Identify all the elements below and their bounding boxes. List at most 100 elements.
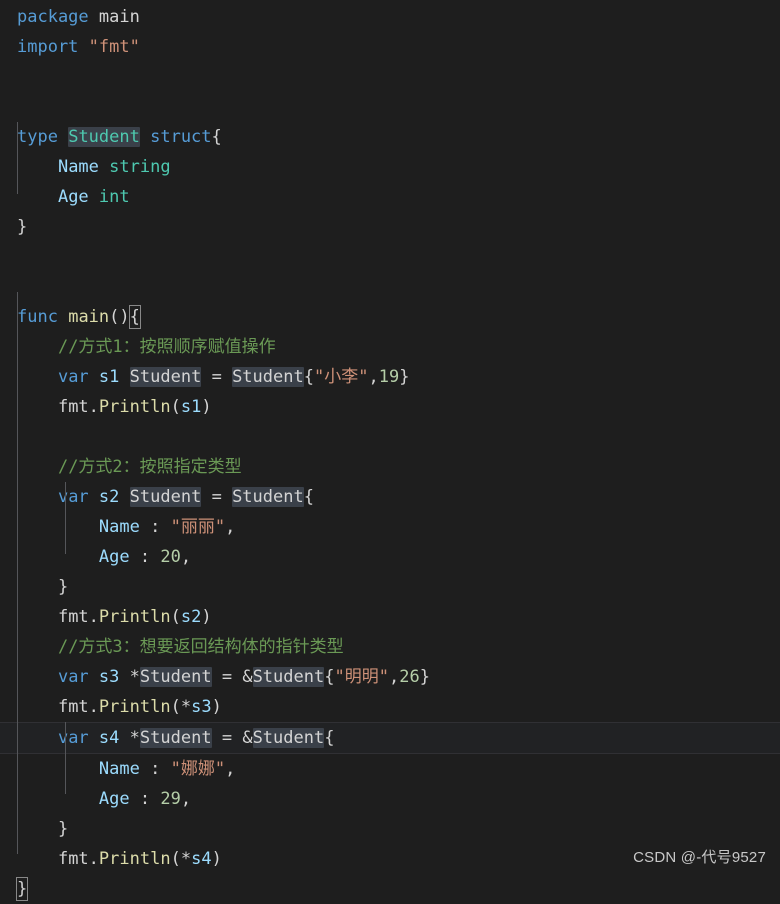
code-line[interactable] [0,422,780,452]
code-token: ) [211,849,222,869]
code-line-current[interactable]: var s4 *Student = &Student{ [0,722,780,754]
code-line[interactable]: Name string [0,152,780,182]
code-token: ( [170,607,181,627]
code-line[interactable]: var s3 *Student = &Student{"明明",26} [0,662,780,692]
code-token: type [17,127,58,147]
code-token: fmt [57,397,89,417]
code-token: Println [98,607,171,627]
code-token: Println [98,697,171,717]
code-token: s1 [180,397,202,417]
code-token: fmt [57,607,89,627]
code-token: main [98,7,140,27]
code-line[interactable]: func main(){ [0,302,780,332]
code-line[interactable]: //方式3：想要返回结构体的指针类型 [0,632,780,662]
code-token: , [180,789,192,809]
code-line[interactable]: fmt.Println(s2) [0,602,780,632]
code-token: ( [170,397,181,417]
code-token: ( [170,849,181,869]
code-token: , [388,667,400,687]
indent-guide [17,122,18,194]
code-line[interactable]: } [0,572,780,602]
code-token: * [129,728,140,748]
code-line[interactable]: fmt.Println(s1) [0,392,780,422]
code-token: Name [98,759,140,779]
code-line[interactable]: //方式2：按照指定类型 [0,452,780,482]
code-token: } [15,877,29,901]
code-line[interactable] [0,242,780,272]
code-token: ) [211,697,222,717]
code-token: () [109,307,130,327]
code-token: Name [57,157,99,177]
code-line[interactable]: import "fmt" [0,32,780,62]
code-line[interactable]: var s1 Student = Student{"小李",19} [0,362,780,392]
code-token: Student [232,487,304,507]
code-line[interactable]: } [0,874,780,904]
code-token: "明明" [334,667,389,687]
code-token: ) [201,607,212,627]
indent-guide [17,292,18,854]
code-line[interactable]: fmt.Println(*s3) [0,692,780,722]
code-token: . [88,849,99,869]
code-token: //方式2：按照指定类型 [57,457,242,477]
code-token: = [211,487,222,507]
code-token: { [324,728,335,748]
code-token: { [128,305,141,329]
code-token: s3 [98,667,120,687]
code-line[interactable]: Name : "丽丽", [0,512,780,542]
code-token: Student [129,487,202,507]
code-line[interactable]: } [0,212,780,242]
code-line[interactable] [0,62,780,92]
code-token: & [242,667,253,687]
code-line[interactable] [0,272,780,302]
code-token: * [129,667,140,687]
code-line[interactable]: type Student struct{ [0,122,780,152]
code-token: : [139,547,151,567]
code-content[interactable]: package main import "fmt" type Student st… [0,0,780,904]
code-line[interactable]: //方式1：按照顺序赋值操作 [0,332,780,362]
code-token: = [221,728,233,748]
code-token: Student [129,367,202,387]
code-line[interactable]: Age : 20, [0,542,780,572]
code-token: s4 [98,728,120,748]
code-line[interactable]: var s2 Student = Student{ [0,482,780,512]
code-token: var [57,728,89,748]
code-token: , [180,547,192,567]
indent-guide [65,722,66,794]
code-token: "娜娜" [170,759,226,779]
code-token: Student [139,728,212,748]
code-line[interactable]: Age int [0,182,780,212]
code-line[interactable]: Name : "娜娜", [0,754,780,784]
code-line[interactable]: } [0,814,780,844]
code-token: string [109,157,171,177]
code-token: * [180,849,192,869]
code-line[interactable]: package main [0,2,780,32]
code-token: //方式1：按照顺序赋值操作 [57,337,276,357]
code-token: ( [170,697,181,717]
code-token: , [225,517,236,537]
code-token: Age [98,789,130,809]
code-token: int [98,187,130,207]
code-token: s3 [191,697,212,717]
code-line[interactable]: Age : 29, [0,784,780,814]
code-token: } [17,217,28,237]
code-token: : [150,517,161,537]
code-editor[interactable]: package main import "fmt" type Student st… [0,0,780,901]
code-line[interactable] [0,92,780,122]
code-token: s2 [180,607,202,627]
